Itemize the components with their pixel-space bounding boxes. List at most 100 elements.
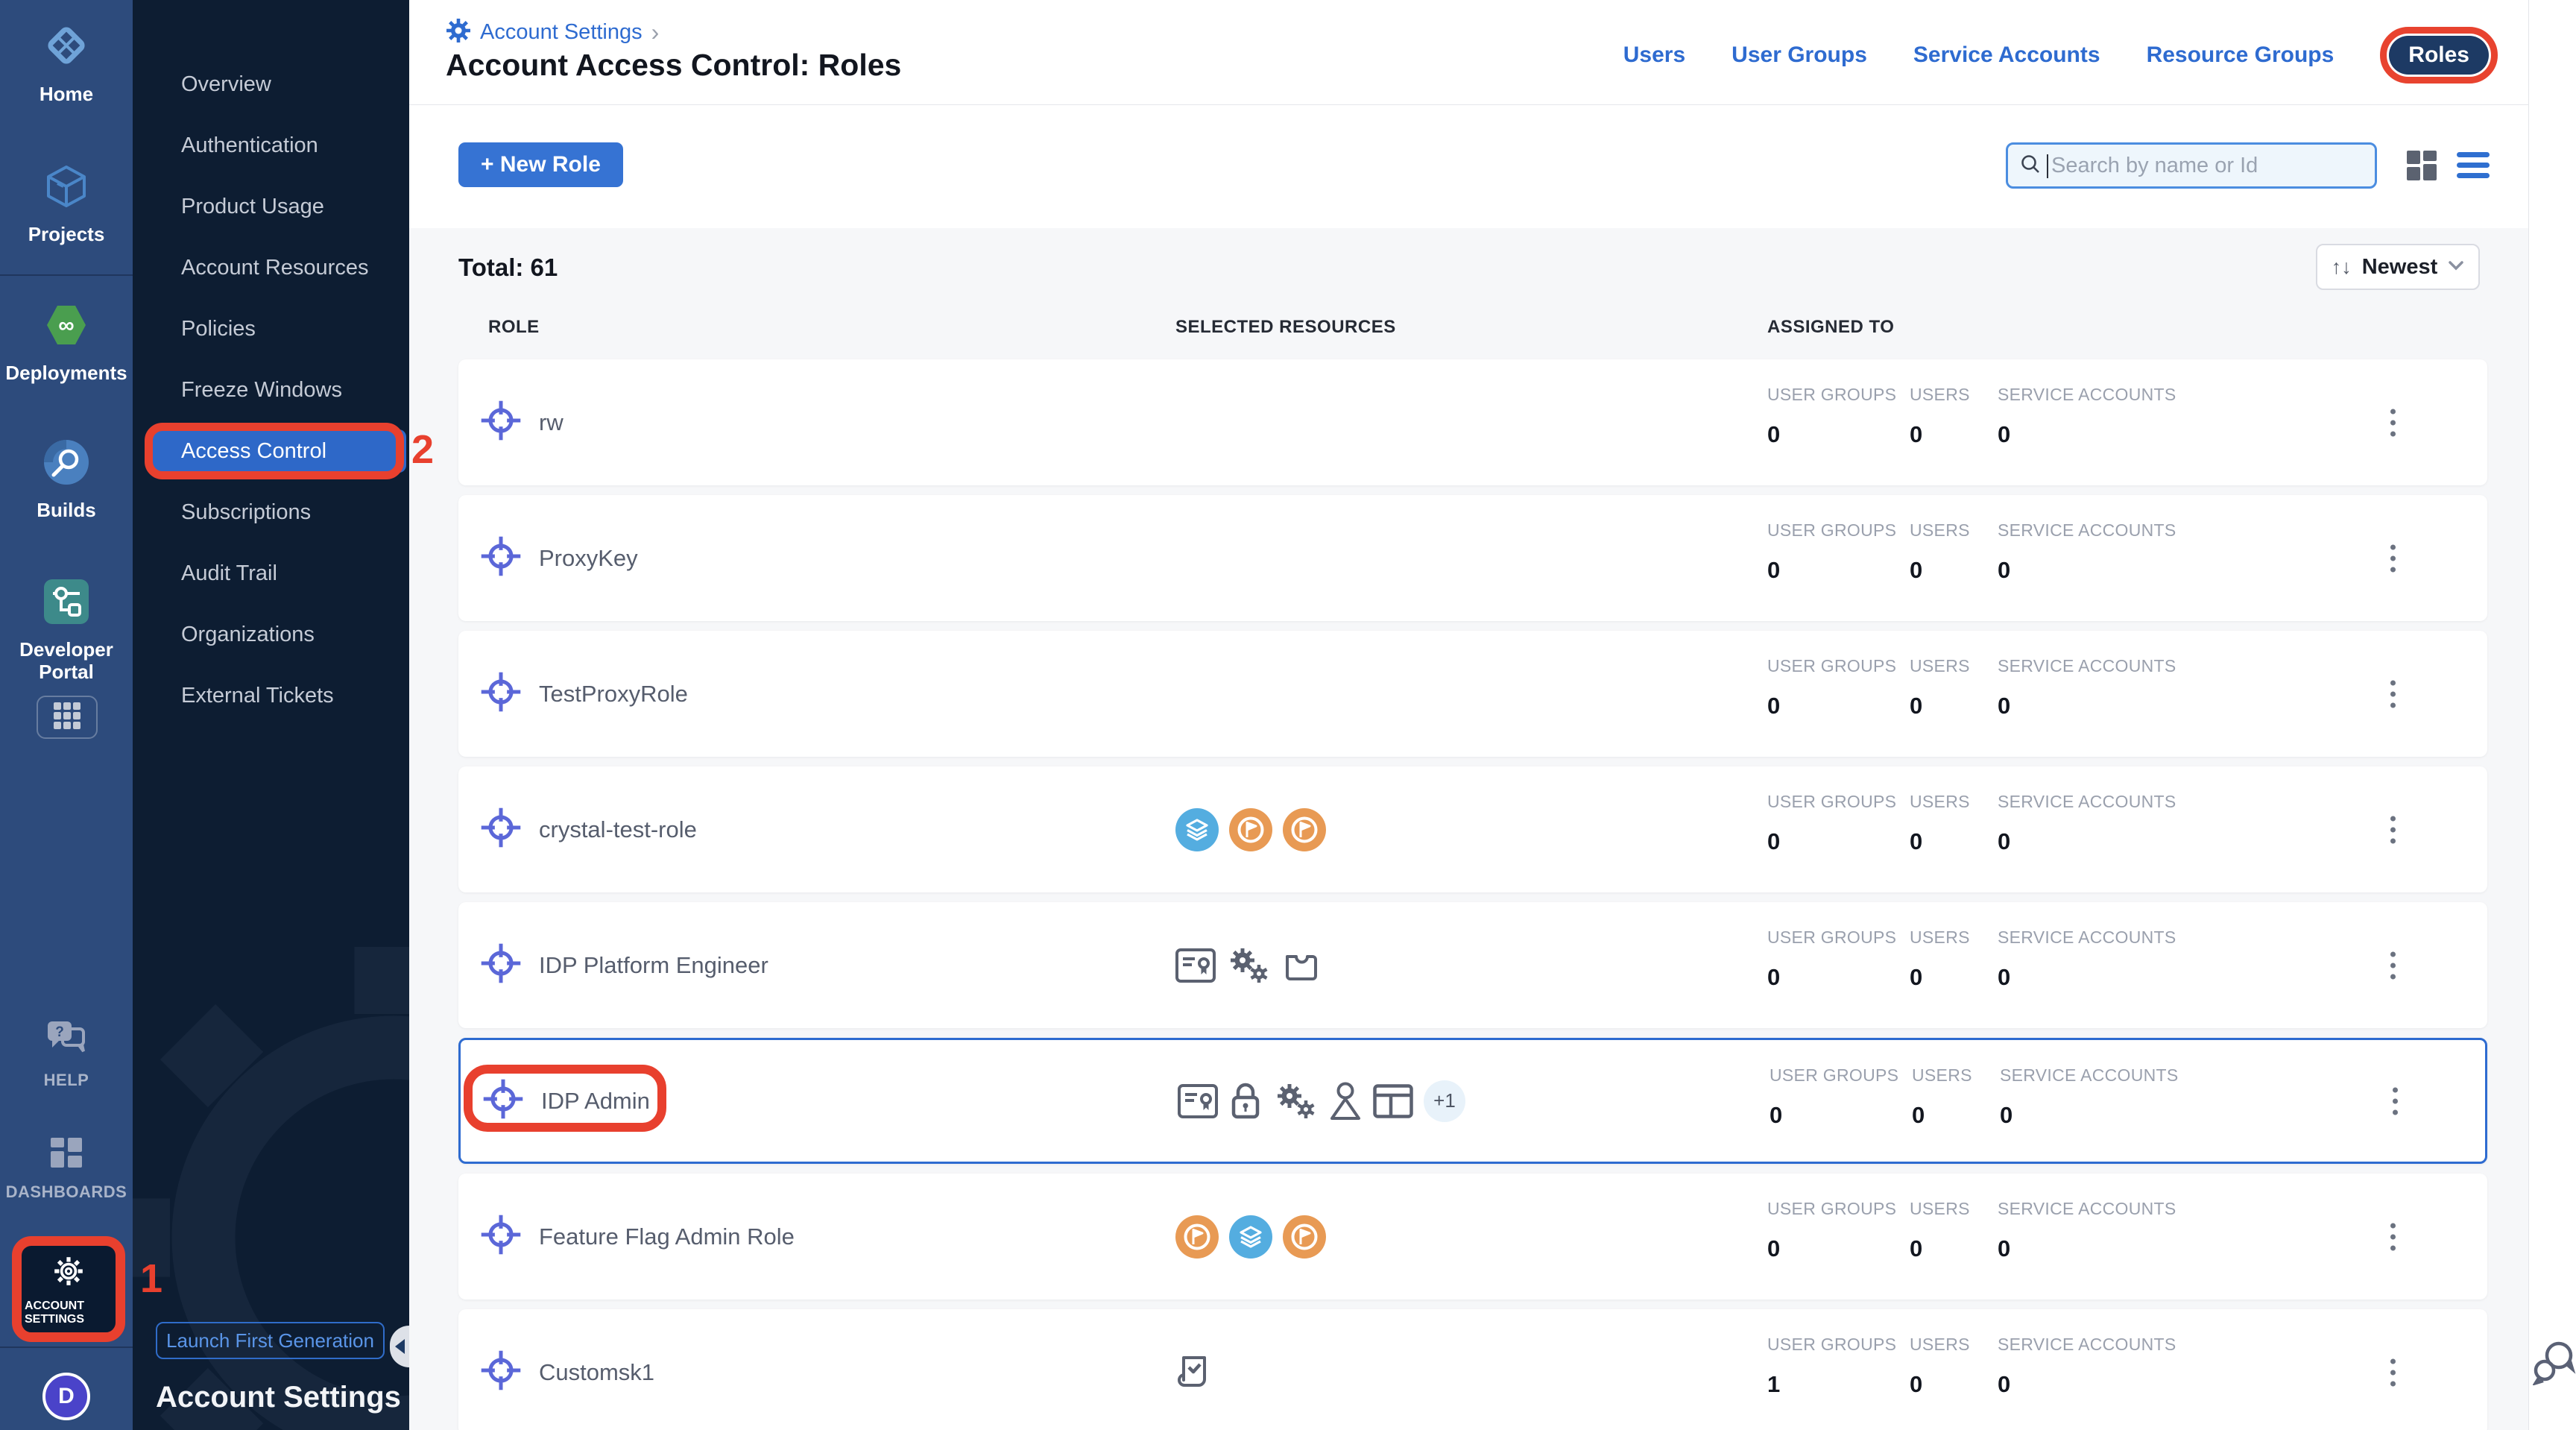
service-accounts-label: SERVICE ACCOUNTS bbox=[1998, 1335, 2176, 1355]
users-label: USERS bbox=[1910, 792, 1998, 812]
sidebar-item-product-usage[interactable]: Product Usage bbox=[133, 176, 409, 237]
sidebar-item-freeze-windows[interactable]: Freeze Windows bbox=[133, 359, 409, 421]
apps-launcher-button[interactable] bbox=[37, 696, 98, 739]
role-crosshair-icon bbox=[479, 535, 523, 582]
svg-text:?: ? bbox=[55, 1024, 64, 1040]
rail-item-deployments[interactable]: ∞ Deployments bbox=[0, 301, 133, 384]
role-crosshair-icon bbox=[482, 1077, 525, 1124]
sidebar-item-access-control[interactable]: Access Control bbox=[133, 421, 409, 482]
sort-dropdown[interactable]: ↑↓ Newest bbox=[2316, 244, 2480, 290]
user-groups-value: 0 bbox=[1767, 828, 1910, 855]
rail-item-help[interactable]: ? HELP bbox=[0, 1020, 133, 1090]
users-value: 0 bbox=[1910, 1371, 1998, 1398]
search-input[interactable] bbox=[2051, 154, 2349, 178]
primary-nav-rail: Home Projects ∞ Deployments Builds Devel… bbox=[0, 0, 133, 1430]
rail-item-developer-portal[interactable]: Developer Portal bbox=[0, 578, 133, 683]
row-menu-button[interactable] bbox=[2385, 1080, 2405, 1122]
rail-item-projects[interactable]: Projects bbox=[0, 163, 133, 245]
breadcrumb-link[interactable]: Account Settings bbox=[480, 20, 643, 45]
user-groups-label: USER GROUPS bbox=[1770, 1065, 1912, 1086]
users-value: 0 bbox=[1912, 1102, 2000, 1129]
builds-icon bbox=[42, 438, 90, 490]
assigned-to-cell: USER GROUPS0 USERS0 SERVICE ACCOUNTS0 bbox=[1767, 792, 2176, 855]
search-icon bbox=[2020, 154, 2041, 178]
tab-resource-groups[interactable]: Resource Groups bbox=[2147, 42, 2334, 68]
developer-portal-icon bbox=[42, 578, 90, 629]
role-name: rw bbox=[539, 409, 564, 436]
service-accounts-value: 0 bbox=[1998, 1371, 2176, 1398]
user-groups-value: 0 bbox=[1767, 693, 1910, 719]
row-menu-button[interactable] bbox=[2383, 537, 2403, 579]
user-groups-label: USER GROUPS bbox=[1767, 520, 1910, 541]
sidebar-item-policies[interactable]: Policies bbox=[133, 298, 409, 359]
sidebar-item-external-tickets[interactable]: External Tickets bbox=[133, 665, 409, 726]
row-menu-button[interactable] bbox=[2383, 1351, 2403, 1393]
rail-item-account-settings[interactable]: ACCOUNT SETTINGS bbox=[22, 1246, 116, 1334]
assigned-to-cell: USER GROUPS0 USERS0 SERVICE ACCOUNTS0 bbox=[1770, 1065, 2179, 1129]
role-cell: TestProxyRole bbox=[479, 631, 688, 757]
user-avatar[interactable]: D bbox=[42, 1373, 90, 1420]
table-row[interactable]: Customsk1 USER GROUPS1 USERS0 SERVICE AC… bbox=[458, 1309, 2487, 1430]
service-accounts-value: 0 bbox=[1998, 557, 2176, 584]
user-groups-value: 0 bbox=[1767, 964, 1910, 991]
users-label: USERS bbox=[1910, 385, 1998, 405]
role-name: Customsk1 bbox=[539, 1359, 654, 1386]
page-title: Account Access Control: Roles bbox=[446, 48, 901, 83]
row-menu-button[interactable] bbox=[2383, 401, 2403, 444]
assigned-to-cell: USER GROUPS1 USERS0 SERVICE ACCOUNTS0 bbox=[1767, 1335, 2176, 1398]
selected-resources bbox=[1175, 1309, 1213, 1430]
sidebar-footer-title: Account Settings bbox=[156, 1381, 401, 1414]
users-label: USERS bbox=[1910, 1199, 1998, 1219]
service-accounts-label: SERVICE ACCOUNTS bbox=[1998, 927, 2176, 948]
collapse-arrow-icon bbox=[395, 1339, 405, 1354]
role-name: Feature Flag Admin Role bbox=[539, 1223, 795, 1250]
user-groups-value: 1 bbox=[1767, 1371, 1910, 1398]
entity-tabs: Users User Groups Service Accounts Resource… bbox=[1623, 27, 2498, 84]
sidebar-item-overview[interactable]: Overview bbox=[133, 54, 409, 115]
role-cell: rw bbox=[479, 359, 564, 485]
role-crosshair-icon bbox=[479, 1213, 523, 1260]
rail-item-builds[interactable]: Builds bbox=[0, 438, 133, 521]
table-row[interactable]: ProxyKey USER GROUPS0 USERS0 SERVICE ACC… bbox=[458, 495, 2487, 621]
service-accounts-label: SERVICE ACCOUNTS bbox=[1998, 792, 2176, 812]
users-label: USERS bbox=[1910, 520, 1998, 541]
role-name: TestProxyRole bbox=[539, 681, 688, 708]
table-row[interactable]: TestProxyRole USER GROUPS0 USERS0 SERVIC… bbox=[458, 631, 2487, 757]
tab-roles[interactable]: Roles bbox=[2389, 36, 2489, 75]
sidebar-item-authentication[interactable]: Authentication bbox=[133, 115, 409, 176]
table-row[interactable]: rw USER GROUPS0 USERS0 SERVICE ACCOUNTS0 bbox=[458, 359, 2487, 485]
sidebar-item-subscriptions[interactable]: Subscriptions bbox=[133, 482, 409, 543]
table-row[interactable]: Feature Flag Admin Role USER GROUPS0 USE… bbox=[458, 1174, 2487, 1300]
assigned-to-cell: USER GROUPS0 USERS0 SERVICE ACCOUNTS0 bbox=[1767, 927, 2176, 991]
flag-icon bbox=[1283, 808, 1326, 851]
annotation-step-2: 2 bbox=[411, 426, 434, 473]
role-cell: IDP Platform Engineer bbox=[479, 902, 768, 1028]
table-row[interactable]: IDP Platform Engineer USER GROUPS0 USERS… bbox=[458, 902, 2487, 1028]
table-row[interactable]: crystal-test-role USER GROUPS0 USERS0 SE… bbox=[458, 766, 2487, 892]
dashboards-icon bbox=[49, 1136, 83, 1173]
rail-item-dashboards[interactable]: DASHBOARDS bbox=[0, 1136, 133, 1202]
row-menu-button[interactable] bbox=[2383, 673, 2403, 715]
tab-users[interactable]: Users bbox=[1623, 42, 1685, 68]
table-row[interactable]: IDP Admin +1 USER GROUPS0 USERS0 SERVICE… bbox=[458, 1038, 2487, 1164]
new-role-button[interactable]: + New Role bbox=[458, 142, 623, 187]
list-view-icon[interactable] bbox=[2457, 152, 2490, 183]
role-name: ProxyKey bbox=[539, 545, 638, 572]
row-menu-button[interactable] bbox=[2383, 1215, 2403, 1258]
sidebar-item-audit-trail[interactable]: Audit Trail bbox=[133, 543, 409, 604]
stack-icon bbox=[1175, 808, 1219, 851]
tab-user-groups[interactable]: User Groups bbox=[1731, 42, 1867, 68]
launch-first-generation-button[interactable]: Launch First Generation bbox=[156, 1322, 385, 1359]
chat-support-icon[interactable] bbox=[2533, 1339, 2576, 1389]
search-box bbox=[2006, 142, 2377, 189]
annotation-ring-roles: Roles bbox=[2380, 27, 2498, 84]
row-menu-button[interactable] bbox=[2383, 944, 2403, 986]
tab-service-accounts[interactable]: Service Accounts bbox=[1913, 42, 2100, 68]
user-groups-label: USER GROUPS bbox=[1767, 1335, 1910, 1355]
grid-view-icon[interactable] bbox=[2405, 149, 2438, 186]
sidebar-item-account-resources[interactable]: Account Resources bbox=[133, 237, 409, 298]
row-menu-button[interactable] bbox=[2383, 808, 2403, 851]
certificate-icon bbox=[1175, 948, 1216, 983]
rail-item-home[interactable]: Home bbox=[0, 21, 133, 105]
sidebar-item-organizations[interactable]: Organizations bbox=[133, 604, 409, 665]
